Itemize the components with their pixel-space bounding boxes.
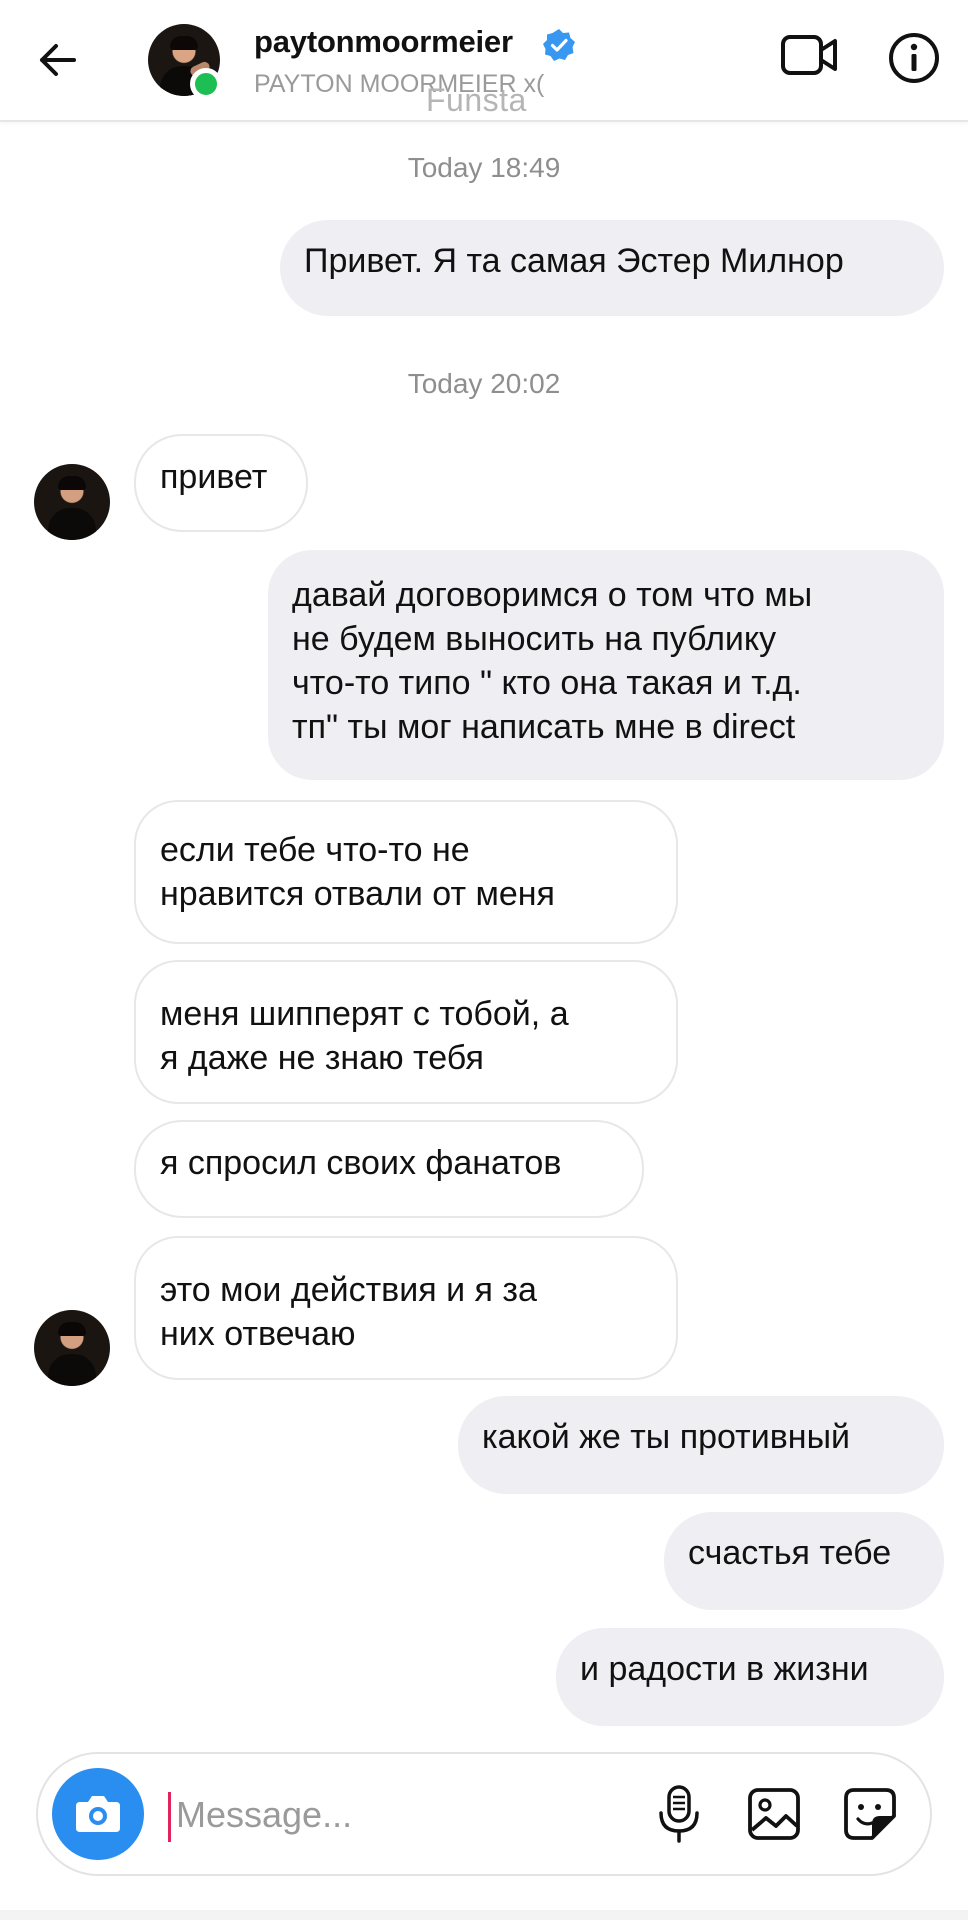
incoming-message[interactable]: я спросил своих фанатов: [134, 1120, 644, 1218]
video-call-icon[interactable]: [780, 32, 838, 78]
timestamp: Today 18:49: [407, 152, 561, 183]
incoming-message[interactable]: привет: [134, 434, 308, 532]
outgoing-message[interactable]: счастья тебе: [664, 1512, 944, 1610]
message-text: привет: [160, 458, 268, 496]
incoming-message[interactable]: это мои действия и я за них отвечаю: [134, 1236, 678, 1380]
message-input[interactable]: [174, 1784, 658, 1846]
incoming-message[interactable]: если тебе что-то не нравится отвали от м…: [134, 800, 678, 944]
message-text: Привет. Я та самая Эстер Милнор: [304, 242, 844, 280]
message-line: нравится отвали от меня: [160, 875, 555, 913]
message-text: счастья тебе: [688, 1534, 892, 1572]
message-line: если тебе что-то не: [160, 831, 470, 869]
camera-button[interactable]: [52, 1768, 144, 1860]
back-arrow-icon[interactable]: [34, 36, 82, 84]
message-line: это мои действия и я за: [160, 1271, 537, 1309]
info-icon[interactable]: [888, 32, 940, 84]
sticker-icon[interactable]: [842, 1786, 898, 1842]
message-composer: [36, 1752, 932, 1876]
outgoing-message[interactable]: Привет. Я та самая Эстер Милнор: [280, 220, 944, 316]
chat-header: paytonmoormeier PAYTON MOORMEIER x( Funs…: [0, 0, 968, 122]
outgoing-message[interactable]: и радости в жизни: [556, 1628, 944, 1726]
outgoing-message[interactable]: давай договоримся о том что мы не будем …: [268, 550, 944, 780]
outgoing-message[interactable]: какой же ты противный: [458, 1396, 944, 1494]
profile-avatar[interactable]: [148, 24, 222, 100]
message-line: что-то типо " кто она такая и т.д.: [292, 664, 802, 702]
message-line: меня шипперят с тобой, а: [160, 995, 569, 1033]
message-line: не будем выносить на публику: [292, 620, 777, 658]
message-line: них отвечаю: [160, 1315, 356, 1353]
sender-avatar[interactable]: [34, 464, 110, 540]
gallery-icon[interactable]: [746, 1786, 802, 1842]
message-line: давай договоримся о том что мы: [292, 576, 813, 614]
sender-avatar[interactable]: [34, 1310, 110, 1386]
chat-username[interactable]: paytonmoormeier: [254, 24, 513, 60]
text-caret: [168, 1792, 171, 1842]
message-text: я спросил своих фанатов: [160, 1144, 562, 1182]
navigation-bar: [0, 1910, 968, 1920]
microphone-icon[interactable]: [652, 1784, 706, 1844]
message-line: тп" ты мог написать мне в direct: [292, 708, 796, 746]
message-text: какой же ты противный: [482, 1418, 851, 1456]
overlay-caption: Funsta: [426, 82, 527, 118]
incoming-message[interactable]: меня шипперят с тобой, а я даже не знаю …: [134, 960, 678, 1104]
camera-icon: [76, 1796, 120, 1832]
timestamp: Today 20:02: [407, 368, 561, 399]
online-status-indicator: [190, 68, 222, 100]
verified-badge-icon: [543, 29, 575, 61]
message-text: и радости в жизни: [580, 1650, 869, 1688]
message-line: я даже не знаю тебя: [160, 1039, 484, 1077]
